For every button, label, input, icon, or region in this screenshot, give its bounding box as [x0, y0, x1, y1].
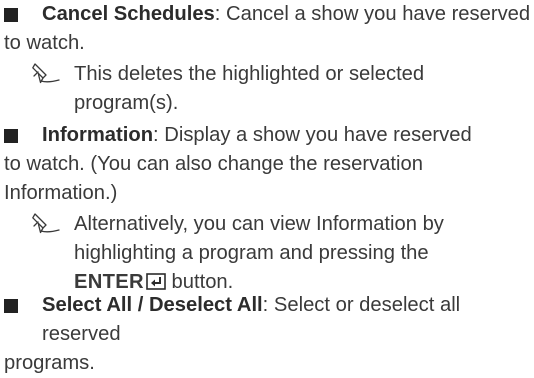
item-description: : Display a show you have reserved: [153, 124, 472, 146]
item-line: Select All / Deselect All: Select or des…: [0, 291, 534, 349]
list-item-cancel-schedules: Cancel Schedules: Cancel a show you have…: [0, 0, 534, 58]
item-term: Select All / Deselect All: [42, 294, 263, 316]
item-term: Information: [42, 124, 154, 146]
item-description-continued: to watch.: [4, 32, 85, 54]
enter-return-icon: [146, 273, 166, 290]
list-item-information: Information: Display a show you have res…: [0, 121, 534, 208]
list-item-select-all: Select All / Deselect All: Select or des…: [0, 291, 534, 378]
item-description-continued: to watch. (You can also change the reser…: [4, 153, 423, 175]
enter-key-label: ENTER: [74, 271, 144, 293]
note-text-continued: program(s).: [74, 92, 179, 114]
manual-page: Cancel Schedules: Cancel a show you have…: [0, 0, 534, 374]
pencil-note-icon: [32, 213, 60, 234]
note-text: This deletes the highlighted or selected: [74, 63, 425, 85]
note-alternatively: Alternatively, you can view Information …: [0, 210, 534, 297]
item-description: : Cancel a show you have reserved: [214, 3, 531, 25]
item-line: Information: Display a show you have res…: [0, 121, 534, 150]
item-description-continued: programs.: [4, 352, 95, 374]
item-description-continued: Information.): [4, 182, 118, 204]
note-text-tail: button.: [165, 271, 234, 293]
note-text-continued: highlighting a program and pressing the: [74, 242, 429, 264]
note-text: Alternatively, you can view Information …: [74, 213, 444, 235]
item-line: Cancel Schedules: Cancel a show you have…: [0, 0, 534, 29]
item-term: Cancel Schedules: [42, 3, 215, 25]
note-delete-highlighted: This deletes the highlighted or selected…: [0, 60, 534, 118]
pencil-note-icon: [32, 63, 60, 84]
